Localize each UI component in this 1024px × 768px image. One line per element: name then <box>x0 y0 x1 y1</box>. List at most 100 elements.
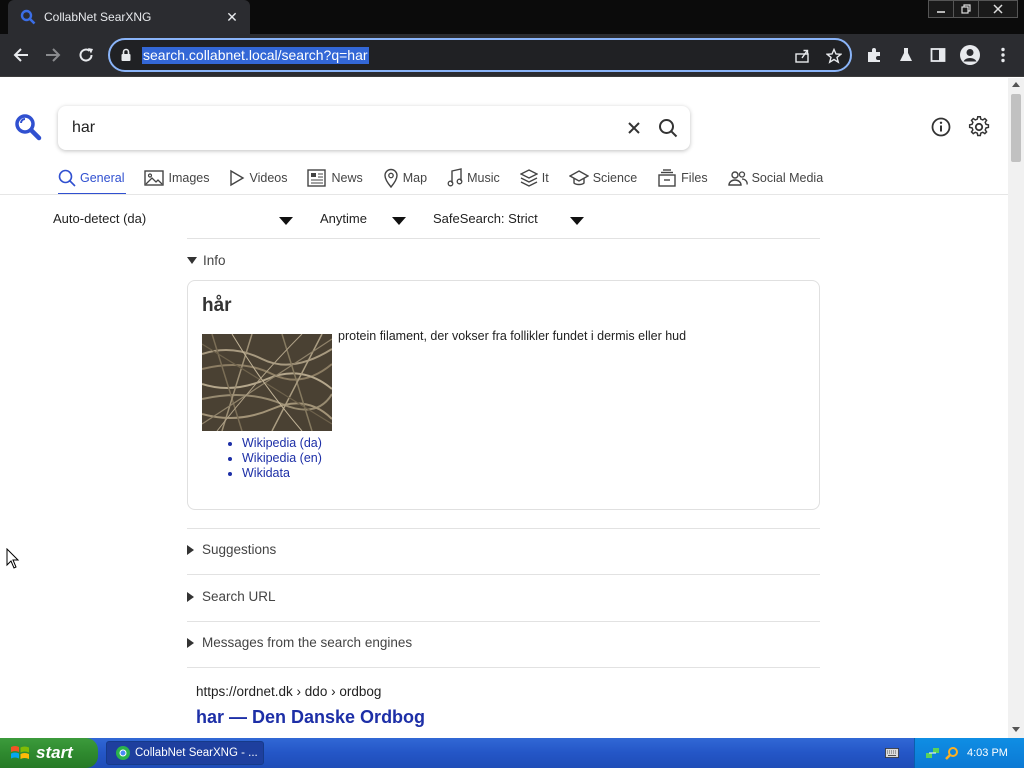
tab-general[interactable]: General <box>58 166 124 190</box>
keyboard-icon[interactable] <box>885 747 899 759</box>
star-icon <box>826 48 842 64</box>
menu-button[interactable] <box>990 42 1016 68</box>
divider <box>187 238 820 239</box>
tab-label: Music <box>467 171 500 185</box>
play-icon <box>230 169 245 187</box>
network-icon[interactable] <box>925 745 941 761</box>
tab-music[interactable]: Music <box>447 166 500 190</box>
bookmark-button[interactable] <box>824 46 844 66</box>
profile-button[interactable] <box>957 42 983 68</box>
arrow-left-icon <box>13 48 28 62</box>
scrollbar-thumb[interactable] <box>1011 94 1021 162</box>
divider <box>187 574 820 575</box>
start-button[interactable]: start <box>0 738 98 768</box>
search-box: har <box>58 106 690 150</box>
tab-it[interactable]: It <box>519 166 549 190</box>
tab-images[interactable]: Images <box>144 166 209 190</box>
windows-logo-icon <box>11 746 29 759</box>
triangle-right-icon <box>187 637 194 648</box>
safesearch-select[interactable]: SafeSearch: Strict <box>433 211 538 226</box>
tab-social-media[interactable]: Social Media <box>727 166 823 190</box>
result-title-link[interactable]: har — Den Danske Ordbog <box>196 707 425 728</box>
tab-label: Files <box>681 171 708 185</box>
tab-label: Videos <box>249 171 288 185</box>
chevron-down-icon[interactable] <box>570 217 584 225</box>
minimize-window-button[interactable] <box>928 0 954 18</box>
address-bar[interactable]: search.collabnet.local/search?q=har <box>108 38 852 72</box>
tab-map[interactable]: Map <box>383 166 427 190</box>
tab-videos[interactable]: Videos <box>229 166 287 190</box>
search-submit-button[interactable] <box>657 117 679 139</box>
infobox: hår protein filament, der vokser fra fol… <box>187 280 820 510</box>
search-url-toggle[interactable]: Search URL <box>187 589 276 604</box>
triangle-right-icon <box>187 591 194 602</box>
about-button[interactable] <box>929 115 953 139</box>
reload-icon <box>79 48 93 62</box>
search-input[interactable]: har <box>72 119 95 137</box>
clear-search-button[interactable] <box>623 117 645 139</box>
time-range-select[interactable]: Anytime <box>320 211 367 226</box>
close-window-button[interactable] <box>978 0 1018 18</box>
suggestions-toggle[interactable]: Suggestions <box>187 542 276 557</box>
browser-titlebar: CollabNet SearXNG ✕ <box>0 0 1024 34</box>
people-icon <box>727 171 748 186</box>
labs-button[interactable] <box>893 42 919 68</box>
forward-button[interactable] <box>40 42 66 68</box>
restore-window-button[interactable] <box>953 0 979 18</box>
extensions-button[interactable] <box>861 42 887 68</box>
page-scrollbar[interactable] <box>1008 78 1024 738</box>
newspaper-icon <box>307 169 327 187</box>
scroll-down-icon[interactable] <box>1012 727 1020 732</box>
chevron-down-icon[interactable] <box>279 217 293 225</box>
searxng-logo-icon[interactable] <box>14 113 42 141</box>
engine-messages-toggle[interactable]: Messages from the search engines <box>187 635 412 650</box>
wikipedia-da-link[interactable]: Wikipedia (da) <box>242 436 322 451</box>
scroll-up-icon[interactable] <box>1012 82 1020 87</box>
tab-news[interactable]: News <box>307 166 363 190</box>
system-tray: 4:03 PM <box>914 738 1024 768</box>
clock: 4:03 PM <box>967 747 1008 759</box>
infobox-image[interactable] <box>202 334 332 431</box>
tab-files[interactable]: Files <box>657 166 708 190</box>
chevron-down-icon[interactable] <box>392 217 406 225</box>
tab-science[interactable]: Science <box>568 166 638 190</box>
divider <box>187 528 820 529</box>
taskbar-item-browser[interactable]: CollabNet SearXNG - ... <box>106 741 264 765</box>
browser-toolbar: search.collabnet.local/search?q=har <box>0 34 1024 77</box>
reload-button[interactable] <box>73 42 99 68</box>
language-select[interactable]: Auto-detect (da) <box>53 211 146 226</box>
suggestions-label: Suggestions <box>202 542 277 557</box>
info-toggle[interactable]: Info <box>187 253 226 268</box>
browser-tab[interactable]: CollabNet SearXNG ✕ <box>8 0 250 34</box>
url-text[interactable]: search.collabnet.local/search?q=har <box>142 47 369 64</box>
restore-icon <box>961 4 971 14</box>
music-note-icon <box>447 168 463 187</box>
searxng-favicon-icon <box>20 9 36 25</box>
header-divider <box>0 194 1008 195</box>
arrow-right-icon <box>46 48 61 62</box>
minimize-icon <box>937 11 945 13</box>
info-icon <box>931 117 951 137</box>
tab-label: Images <box>168 171 210 185</box>
share-icon <box>795 49 809 63</box>
infobox-links: Wikipedia (da) Wikipedia (en) Wikidata <box>242 436 322 481</box>
tab-label: Science <box>592 171 638 185</box>
puzzle-icon <box>868 48 880 62</box>
back-button[interactable] <box>8 42 34 68</box>
map-pin-icon <box>384 168 398 188</box>
tab-close-icon[interactable]: ✕ <box>224 9 240 26</box>
tab-title: CollabNet SearXNG <box>44 10 152 24</box>
avatar-icon <box>960 45 980 65</box>
side-panel-button[interactable] <box>925 42 951 68</box>
engine-messages-label: Messages from the search engines <box>202 635 413 650</box>
preferences-button[interactable] <box>967 115 991 139</box>
layers-icon <box>519 169 538 187</box>
lock-icon <box>121 48 131 61</box>
search-icon[interactable] <box>945 746 959 760</box>
wikidata-link[interactable]: Wikidata <box>242 466 322 481</box>
result-url[interactable]: https://ordnet.dk › ddo › ordbog <box>196 684 381 699</box>
kebab-menu-icon <box>1001 47 1005 63</box>
image-icon <box>144 170 165 186</box>
share-button[interactable] <box>792 46 812 66</box>
wikipedia-en-link[interactable]: Wikipedia (en) <box>242 451 322 466</box>
